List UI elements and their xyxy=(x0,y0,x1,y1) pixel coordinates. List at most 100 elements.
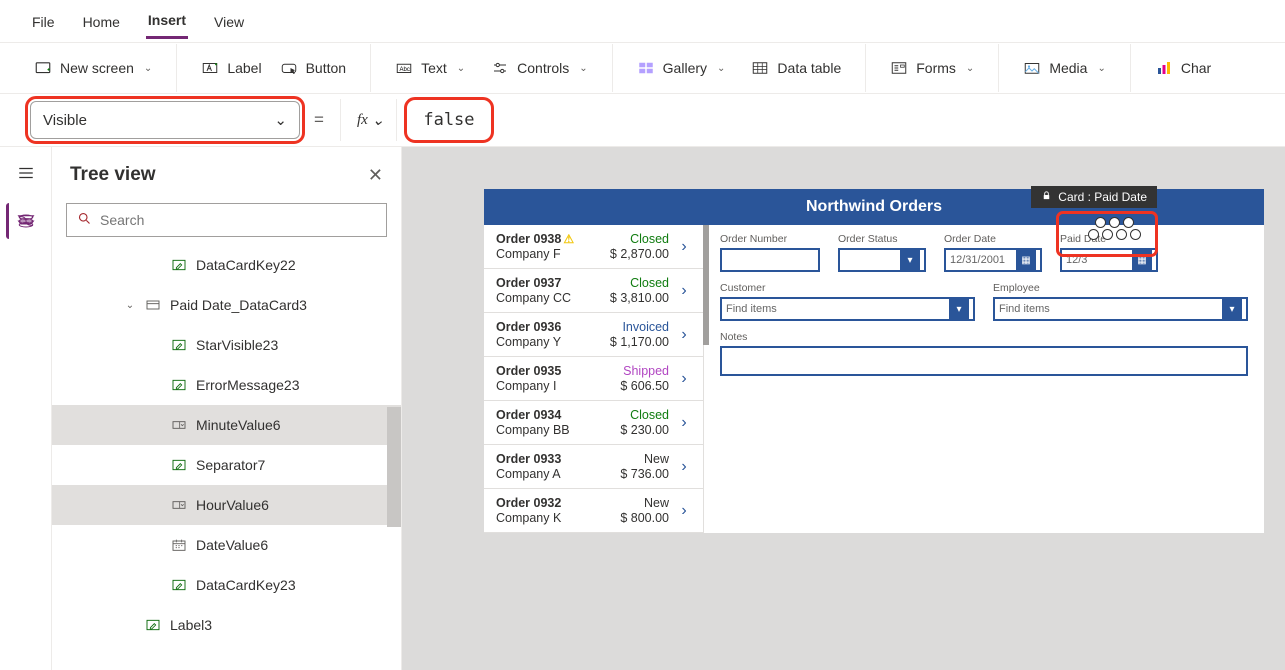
app-menu: File Home Insert View xyxy=(0,0,1285,42)
chart-icon xyxy=(1155,59,1173,77)
tree-node[interactable]: StarVisible23 xyxy=(52,325,401,365)
hamburger-icon[interactable] xyxy=(8,155,44,191)
order-company: Company K xyxy=(496,511,614,525)
tree-node-label: DataCardKey22 xyxy=(196,257,296,273)
employee-dropdown[interactable]: Find items▾ xyxy=(993,297,1248,321)
caret-icon: ⌄ xyxy=(124,300,136,311)
tree-node[interactable]: ErrorMessage23 xyxy=(52,365,401,405)
order-number: Order 0936 xyxy=(496,320,604,334)
tree-node[interactable]: ⌄Paid Date_DataCard3 xyxy=(52,285,401,325)
chevron-down-icon: ▾ xyxy=(949,299,969,319)
scrollbar-thumb[interactable] xyxy=(387,407,401,527)
dropdown-icon xyxy=(170,496,188,514)
chevron-right-icon: › xyxy=(675,370,693,388)
tree-node-label: StarVisible23 xyxy=(196,337,278,353)
pencil-icon xyxy=(170,576,188,594)
charts-dropdown[interactable]: Char xyxy=(1149,54,1217,82)
chevron-down-icon: ▾ xyxy=(900,250,920,270)
field-label: Customer xyxy=(720,282,975,294)
data-table-button[interactable]: Data table xyxy=(745,54,847,82)
screen-icon xyxy=(34,59,52,77)
order-number: Order 0934 xyxy=(496,408,614,422)
lock-icon xyxy=(1041,190,1052,204)
tree-node[interactable]: MinuteValue6 xyxy=(52,405,401,445)
order-amount: $ 800.00 xyxy=(620,511,669,525)
chevron-right-icon: › xyxy=(675,414,693,432)
equals-sign: = xyxy=(314,110,324,130)
order-amount: $ 230.00 xyxy=(620,423,669,437)
calendar-icon xyxy=(170,536,188,554)
forms-dropdown[interactable]: Forms ⌄ xyxy=(884,54,980,82)
pencil-icon xyxy=(170,376,188,394)
order-status: Shipped xyxy=(620,364,669,378)
order-company: Company A xyxy=(496,467,614,481)
formula-input[interactable]: false xyxy=(409,102,488,138)
order-number: Order 0937 xyxy=(496,276,604,290)
menu-insert[interactable]: Insert xyxy=(146,7,188,39)
order-row[interactable]: Order 0932NewCompany K$ 800.00› xyxy=(484,489,703,533)
order-row[interactable]: Order 0938⚠ClosedCompany F$ 2,870.00› xyxy=(484,225,703,269)
chevron-down-icon: ⌄ xyxy=(274,111,287,129)
close-icon[interactable]: ✕ xyxy=(368,165,383,186)
order-date-input[interactable]: 12/31/2001▦ xyxy=(944,248,1042,272)
button-icon xyxy=(280,59,298,77)
new-screen-button[interactable]: New screen ⌄ xyxy=(28,54,158,82)
field-label: Order Date xyxy=(944,233,1042,245)
menu-file[interactable]: File xyxy=(30,9,57,38)
tree-node[interactable]: HourValue6 xyxy=(52,485,401,525)
label-button[interactable]: Label xyxy=(195,54,267,82)
menu-home[interactable]: Home xyxy=(81,9,122,38)
chevron-right-icon: › xyxy=(675,282,693,300)
order-status: New xyxy=(620,452,669,466)
svg-text:Abc: Abc xyxy=(400,67,410,73)
order-row[interactable]: Order 0933NewCompany A$ 736.00› xyxy=(484,445,703,489)
order-status: Closed xyxy=(610,232,669,246)
tree-node[interactable]: DataCardKey22 xyxy=(52,245,401,285)
table-icon xyxy=(751,59,769,77)
notes-input[interactable] xyxy=(720,346,1248,376)
canvas[interactable]: Northwind Orders Order 0938⚠ClosedCompan… xyxy=(402,147,1285,670)
chevron-right-icon: › xyxy=(675,326,693,344)
order-row[interactable]: Order 0934ClosedCompany BB$ 230.00› xyxy=(484,401,703,445)
tree-node[interactable]: Separator7 xyxy=(52,445,401,485)
field-label: Notes xyxy=(720,331,1248,343)
tree-view-icon[interactable] xyxy=(6,203,42,239)
order-number: Order 0935 xyxy=(496,364,614,378)
tree-node[interactable]: DataCardKey23 xyxy=(52,565,401,605)
order-status: Invoiced xyxy=(610,320,669,334)
chevron-right-icon: › xyxy=(675,502,693,520)
order-status-dropdown[interactable]: ▾ xyxy=(838,248,926,272)
text-dropdown[interactable]: Abc Text ⌄ xyxy=(389,54,471,82)
chevron-down-icon: ⌄ xyxy=(717,63,725,74)
menu-view[interactable]: View xyxy=(212,9,246,38)
order-number: Order 0933 xyxy=(496,452,614,466)
pencil-icon xyxy=(144,616,162,634)
order-row[interactable]: Order 0935ShippedCompany I$ 606.50› xyxy=(484,357,703,401)
pencil-icon xyxy=(170,336,188,354)
order-row[interactable]: Order 0937ClosedCompany CC$ 3,810.00› xyxy=(484,269,703,313)
controls-dropdown[interactable]: Controls ⌄ xyxy=(485,54,594,82)
order-row[interactable]: Order 0936InvoicedCompany Y$ 1,170.00› xyxy=(484,313,703,357)
customer-dropdown[interactable]: Find items▾ xyxy=(720,297,975,321)
search-input[interactable] xyxy=(66,203,387,237)
media-dropdown[interactable]: Media ⌄ xyxy=(1017,54,1112,82)
order-company: Company Y xyxy=(496,335,604,349)
gallery-dropdown[interactable]: Gallery ⌄ xyxy=(631,54,732,82)
chevron-down-icon: ⌄ xyxy=(144,63,152,74)
tree-node-label: Separator7 xyxy=(196,457,265,473)
field-label: Order Number xyxy=(720,233,820,245)
list-scrollbar[interactable] xyxy=(703,225,709,345)
order-company: Company BB xyxy=(496,423,614,437)
card-icon xyxy=(144,296,162,314)
formula-bar: Visible ⌄ = fx ⌄ false xyxy=(0,94,1285,146)
fx-button[interactable]: fx ⌄ xyxy=(357,111,384,130)
left-rail xyxy=(0,147,52,670)
property-dropdown[interactable]: Visible ⌄ xyxy=(30,101,300,139)
order-number-input[interactable] xyxy=(720,248,820,272)
tree-node[interactable]: Label3 xyxy=(52,605,401,645)
chevron-right-icon: › xyxy=(675,238,693,256)
tree-node[interactable]: DateValue6 xyxy=(52,525,401,565)
button-button[interactable]: Button xyxy=(274,54,352,82)
order-company: Company CC xyxy=(496,291,604,305)
field-label: Order Status xyxy=(838,233,926,245)
